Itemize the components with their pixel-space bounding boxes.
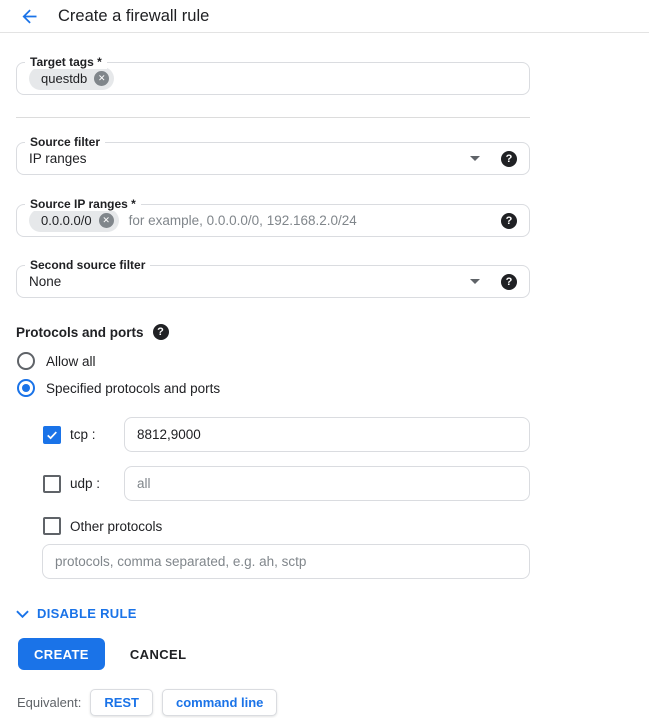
equivalent-label: Equivalent: <box>17 695 81 710</box>
command-line-button[interactable]: command line <box>162 689 277 716</box>
second-source-filter-value: None <box>29 274 61 289</box>
disable-rule-label: DISABLE RULE <box>37 606 137 621</box>
udp-row: udp : <box>43 466 530 501</box>
arrow-left-icon <box>19 6 40 27</box>
other-protocols-input[interactable] <box>42 544 530 579</box>
udp-ports-input[interactable] <box>124 466 530 501</box>
caret-down-icon <box>470 279 480 284</box>
source-ip-ranges-field[interactable]: Source IP ranges * 0.0.0.0/0 ✕ for examp… <box>16 204 530 237</box>
target-tags-label: Target tags * <box>25 55 107 69</box>
second-source-filter-help-icon[interactable]: ? <box>501 274 517 290</box>
tcp-checkbox[interactable] <box>43 426 61 444</box>
page-title: Create a firewall rule <box>58 7 209 26</box>
chip-label: 0.0.0.0/0 <box>41 213 92 228</box>
section-divider <box>16 117 530 118</box>
tcp-ports-input[interactable] <box>124 417 530 452</box>
second-source-filter-select[interactable]: Second source filter None ? <box>16 265 530 298</box>
disable-rule-toggle[interactable]: DISABLE RULE <box>16 606 137 621</box>
source-filter-label: Source filter <box>25 135 105 149</box>
other-protocols-label: Other protocols <box>70 519 162 534</box>
chip-label: questdb <box>41 71 87 86</box>
chevron-down-icon <box>16 610 29 618</box>
create-button[interactable]: CREATE <box>18 638 105 670</box>
tcp-label: tcp : <box>70 427 124 442</box>
radio-allow-all-label: Allow all <box>46 354 96 369</box>
rest-button[interactable]: REST <box>90 689 153 716</box>
chip-remove-icon[interactable]: ✕ <box>94 71 109 86</box>
tcp-row: tcp : <box>43 417 530 452</box>
source-ip-chip: 0.0.0.0/0 ✕ <box>29 209 119 232</box>
checkmark-icon <box>45 428 59 442</box>
source-ip-ranges-label: Source IP ranges * <box>25 197 141 211</box>
other-protocols-checkbox[interactable] <box>43 517 61 535</box>
caret-down-icon <box>470 156 480 161</box>
radio-icon <box>17 379 35 397</box>
protocols-and-ports-heading: Protocols and ports ? <box>16 324 530 340</box>
second-source-filter-label: Second source filter <box>25 258 150 272</box>
source-filter-value: IP ranges <box>29 151 87 166</box>
protocols-help-icon[interactable]: ? <box>153 324 169 340</box>
other-protocols-row: Other protocols <box>43 517 530 535</box>
page-header: Create a firewall rule <box>0 0 649 33</box>
protocols-heading-text: Protocols and ports <box>16 325 144 340</box>
cancel-button[interactable]: CANCEL <box>130 647 187 662</box>
back-button[interactable] <box>17 4 41 28</box>
source-ip-placeholder: for example, 0.0.0.0/0, 192.168.2.0/24 <box>129 213 357 228</box>
udp-checkbox[interactable] <box>43 475 61 493</box>
target-tags-field[interactable]: Target tags * questdb ✕ <box>16 62 530 95</box>
chip-remove-icon[interactable]: ✕ <box>99 213 114 228</box>
radio-specified-protocols-label: Specified protocols and ports <box>46 381 220 396</box>
udp-label: udp : <box>70 476 124 491</box>
radio-icon <box>17 352 35 370</box>
radio-specified-protocols[interactable]: Specified protocols and ports <box>17 379 530 397</box>
source-filter-help-icon[interactable]: ? <box>501 151 517 167</box>
source-filter-select[interactable]: Source filter IP ranges ? <box>16 142 530 175</box>
source-ip-help-icon[interactable]: ? <box>501 213 517 229</box>
target-tag-chip: questdb ✕ <box>29 67 114 90</box>
radio-allow-all[interactable]: Allow all <box>17 352 530 370</box>
